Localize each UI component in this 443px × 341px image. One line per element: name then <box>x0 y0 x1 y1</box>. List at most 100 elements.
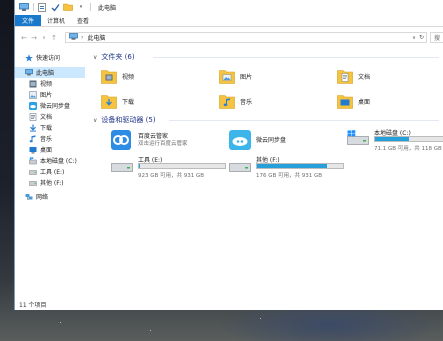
title-bar: ▾ 此电脑 <box>15 0 443 14</box>
address-dropdown-icon[interactable]: ∨ <box>412 35 416 41</box>
drive-usage-bar <box>256 163 344 169</box>
devices-group-header[interactable]: ∨ 设备和驱动器 (5) <box>93 115 156 125</box>
download-folder-icon <box>101 94 117 109</box>
drive-icon <box>29 179 37 187</box>
separator <box>90 3 91 11</box>
documents-icon <box>29 112 37 121</box>
sidebar-item-label: 此电脑 <box>36 70 55 77</box>
weiyun-icon <box>229 130 251 152</box>
back-arrow-icon[interactable]: ← <box>19 33 29 43</box>
sidebar-item-music[interactable]: 音乐 <box>15 133 85 144</box>
computer-icon <box>25 69 33 77</box>
documents-folder-icon <box>337 69 353 84</box>
folder-label: 图片 <box>240 73 253 81</box>
drive-space-info: 923 GB 可用，共 931 GB <box>138 173 205 179</box>
sidebar-item-weiyun[interactable]: 微云同步盘 <box>15 100 85 111</box>
sidebar-item-drive-e[interactable]: 工具 (E:) <box>15 166 85 177</box>
folder-pictures[interactable]: 图片 <box>219 64 334 88</box>
folder-desktop[interactable]: 桌面 <box>337 89 443 113</box>
folder-small-icon[interactable] <box>63 3 73 12</box>
sidebar-item-drive-c[interactable]: 本地磁盘 (C:) <box>15 155 85 166</box>
forward-arrow-icon[interactable]: → <box>29 33 39 43</box>
sidebar-item-label: 图片 <box>40 92 53 99</box>
tab-computer[interactable]: 计算机 <box>41 15 71 26</box>
tab-file[interactable]: 文件 <box>15 15 42 26</box>
video-icon <box>29 80 37 88</box>
checkmark-icon[interactable] <box>50 3 60 12</box>
sidebar-item-label: 音乐 <box>40 136 53 143</box>
sidebar-item-label: 其他 (F:) <box>40 180 64 187</box>
sidebar-item-label: 网络 <box>36 194 49 201</box>
window-title: 此电脑 <box>98 4 117 12</box>
recent-chevron-icon[interactable]: ∨ <box>39 33 49 43</box>
properties-icon[interactable] <box>37 2 47 12</box>
sidebar-item-documents[interactable]: 文档 <box>15 111 85 122</box>
windows-drive-icon <box>347 130 369 148</box>
navigation-row: ← → ∨ ↑ › 此电脑 ∨ ↻ 搜 <box>15 31 443 45</box>
collapse-chevron-icon[interactable]: ∨ <box>93 54 97 61</box>
refresh-icon[interactable]: ↻ <box>419 34 424 41</box>
item-count: 11 个项目 <box>19 301 47 309</box>
folder-music[interactable]: 音乐 <box>219 89 334 113</box>
sidebar-item-label: 工具 (E:) <box>40 169 65 176</box>
drive-usage-fill <box>257 164 327 168</box>
sidebar-item-quick-access[interactable]: 快速访问 <box>15 52 85 63</box>
music-folder-icon <box>219 94 235 109</box>
sidebar-item-label: 桌面 <box>40 147 53 154</box>
ribbon-tabs: 文件 计算机 查看 <box>15 15 443 27</box>
up-arrow-icon[interactable]: ↑ <box>49 33 59 43</box>
group-divider <box>153 57 439 58</box>
content-area: ∨ 文件夹 (6) 视频 图片 文档 下载 音乐 桌面 ∨ 设备和驱动器 (5)… <box>89 48 443 298</box>
drive-space-info: 71.1 GB 可用，共 118 GB <box>374 146 442 152</box>
status-bar: 11 个项目 <box>19 300 47 309</box>
drive-f[interactable]: 其他 (F:) 176 GB 可用，共 931 GB <box>229 155 349 181</box>
folder-label: 视频 <box>122 73 135 81</box>
sidebar-item-drive-f[interactable]: 其他 (F:) <box>15 177 85 188</box>
app-weiyun[interactable]: 微云同步盘 <box>229 128 347 154</box>
app-baidu-cloud[interactable]: 百度云管家 双击运行百度云管家 <box>111 128 229 154</box>
sidebar-item-desktop[interactable]: 桌面 <box>15 144 85 155</box>
app-name: 微云同步盘 <box>256 137 287 144</box>
drive-c[interactable]: 本地磁盘 (C:) 71.1 GB 可用，共 118 GB <box>347 128 443 154</box>
sidebar-item-label: 微云同步盘 <box>40 103 71 110</box>
breadcrumb-chevron-icon[interactable]: › <box>81 34 83 41</box>
sidebar-item-downloads[interactable]: 下载 <box>15 122 85 133</box>
music-icon <box>29 134 37 143</box>
address-controls: ∨ ↻ <box>412 33 424 42</box>
drive-e[interactable]: 工具 (E:) 923 GB 可用，共 931 GB <box>111 155 231 181</box>
sidebar-item-label: 本地磁盘 (C:) <box>40 158 77 165</box>
pictures-icon <box>29 90 37 99</box>
address-bar[interactable]: › 此电脑 ∨ ↻ <box>65 32 427 43</box>
drive-icon <box>111 161 133 173</box>
baidu-cloud-icon <box>111 130 131 152</box>
sidebar-item-label: 视频 <box>40 81 53 88</box>
computer-icon <box>69 33 78 42</box>
sidebar-item-pictures[interactable]: 图片 <box>15 89 85 100</box>
folder-label: 文档 <box>358 73 371 81</box>
sidebar-item-label: 文档 <box>40 114 53 121</box>
file-explorer-window: ▾ 此电脑 文件 计算机 查看 ← → ∨ ↑ › 此电脑 ∨ ↻ 搜 快速访问… <box>14 0 443 310</box>
tab-view[interactable]: 查看 <box>71 15 95 26</box>
sidebar-item-this-pc[interactable]: 此电脑 <box>15 67 85 78</box>
folder-label: 桌面 <box>358 98 371 106</box>
sidebar-item-network[interactable]: 网络 <box>15 191 85 202</box>
pictures-folder-icon <box>219 69 235 84</box>
folders-group-title: 文件夹 (6) <box>101 53 135 61</box>
group-divider <box>169 120 439 121</box>
folder-documents[interactable]: 文档 <box>337 64 443 88</box>
collapse-chevron-icon[interactable]: ∨ <box>93 117 97 124</box>
folder-downloads[interactable]: 下载 <box>101 89 216 113</box>
computer-icon <box>19 3 29 12</box>
star-icon <box>25 53 33 62</box>
dropdown-icon[interactable]: ▾ <box>76 3 86 12</box>
search-placeholder: 搜 <box>434 35 441 42</box>
video-folder-icon <box>101 69 117 84</box>
drive-usage-bar <box>374 136 443 142</box>
sidebar-item-videos[interactable]: 视频 <box>15 78 85 89</box>
folder-label: 下载 <box>122 98 135 106</box>
search-input[interactable]: 搜 <box>430 32 443 43</box>
download-icon <box>29 124 37 132</box>
folder-videos[interactable]: 视频 <box>101 64 216 88</box>
folders-group-header[interactable]: ∨ 文件夹 (6) <box>93 52 135 62</box>
breadcrumb[interactable]: 此电脑 <box>87 33 105 42</box>
